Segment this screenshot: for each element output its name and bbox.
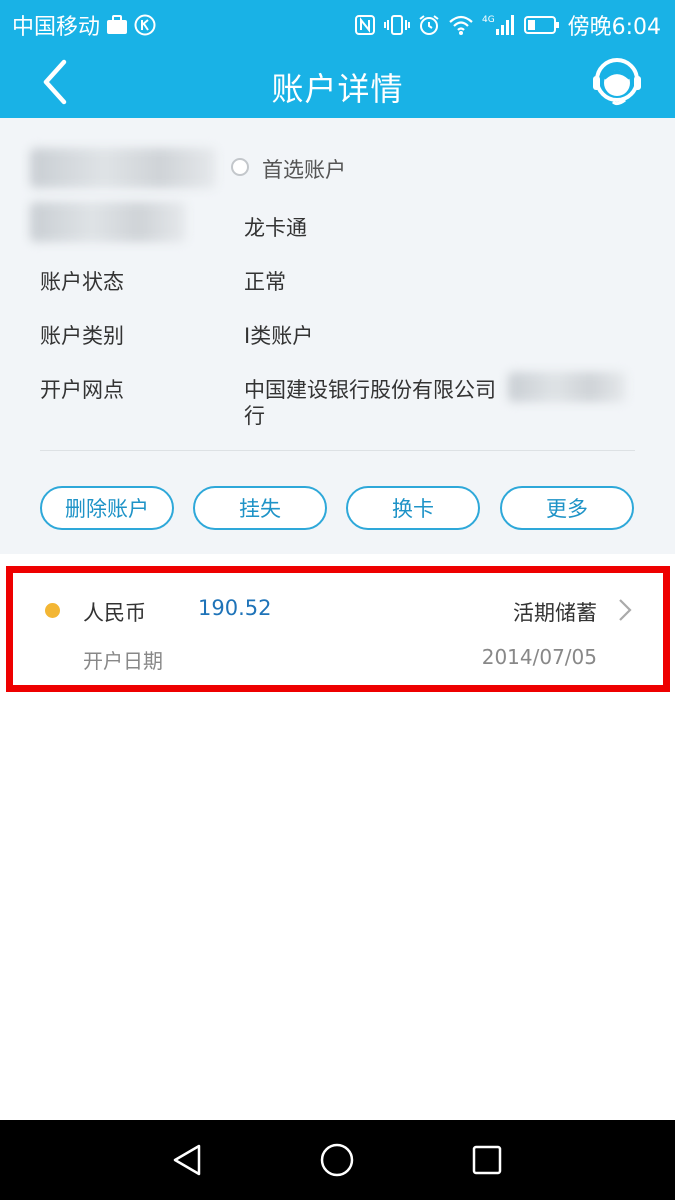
alarm-icon bbox=[418, 12, 440, 38]
battery-icon bbox=[523, 12, 560, 38]
chevron-right-icon bbox=[619, 599, 632, 621]
more-button[interactable]: 更多 bbox=[500, 486, 634, 530]
currency-dot-icon bbox=[45, 603, 60, 618]
system-nav-bar bbox=[0, 1120, 675, 1200]
preferred-account-radio[interactable] bbox=[231, 158, 249, 176]
square-recents-icon bbox=[472, 1145, 502, 1175]
circle-home-icon bbox=[320, 1143, 354, 1177]
divider bbox=[40, 450, 635, 451]
nav-home-button[interactable] bbox=[317, 1140, 357, 1180]
nav-recents-button[interactable] bbox=[467, 1140, 507, 1180]
branch-label: 开户网点 bbox=[40, 378, 124, 402]
report-loss-button[interactable]: 挂失 bbox=[193, 486, 327, 530]
balance-amount: 190.52 bbox=[198, 596, 272, 620]
branch-value-line2: 行 bbox=[244, 404, 265, 428]
deposit-item[interactable]: 人民币 190.52 活期储蓄 开户日期 2014/07/05 bbox=[6, 566, 670, 692]
status-bar: 中国移动 4G 傍晚6:04 bbox=[0, 0, 675, 46]
k-circle-icon bbox=[134, 12, 156, 38]
redacted-branch-name bbox=[508, 372, 626, 402]
nav-back-button[interactable] bbox=[167, 1140, 207, 1180]
card-type-value: 龙卡通 bbox=[244, 216, 307, 240]
vibrate-icon bbox=[383, 12, 410, 38]
wifi-icon bbox=[448, 12, 474, 38]
redacted-account-name bbox=[30, 202, 186, 242]
carrier-name: 中国移动 bbox=[12, 15, 101, 40]
account-status-value: 正常 bbox=[244, 270, 286, 294]
redacted-account-number bbox=[30, 148, 216, 188]
triangle-back-icon bbox=[173, 1144, 201, 1176]
briefcase-icon bbox=[106, 12, 128, 38]
currency-label: 人民币 bbox=[83, 601, 146, 625]
open-date-value: 2014/07/05 bbox=[481, 645, 597, 669]
signal-icon: 4G bbox=[482, 12, 516, 38]
customer-service-button[interactable] bbox=[589, 54, 645, 110]
account-category-label: 账户类别 bbox=[40, 324, 124, 348]
open-date-label: 开户日期 bbox=[83, 649, 163, 673]
delete-account-button[interactable]: 删除账户 bbox=[40, 486, 174, 530]
account-status-label: 账户状态 bbox=[40, 270, 124, 294]
deposit-type: 活期储蓄 bbox=[513, 601, 597, 625]
account-category-value: I类账户 bbox=[244, 324, 314, 348]
status-time: 傍晚6:04 bbox=[567, 15, 661, 40]
replace-card-button[interactable]: 换卡 bbox=[346, 486, 480, 530]
screen: 中国移动 4G 傍晚6:04 账户详情 首选账户 龙卡通 账户状态 正常 账户类… bbox=[0, 0, 675, 1200]
nfc-icon bbox=[354, 12, 376, 38]
network-type: 4G bbox=[482, 15, 495, 25]
branch-value-line1: 中国建设银行股份有限公司 bbox=[244, 378, 496, 402]
account-info-section: 首选账户 龙卡通 账户状态 正常 账户类别 I类账户 开户网点 中国建设银行股份… bbox=[0, 118, 675, 554]
headset-agent-icon bbox=[593, 58, 641, 106]
page-title: 账户详情 bbox=[271, 70, 404, 108]
preferred-account-label[interactable]: 首选账户 bbox=[262, 154, 346, 184]
app-header: 账户详情 bbox=[0, 46, 675, 118]
